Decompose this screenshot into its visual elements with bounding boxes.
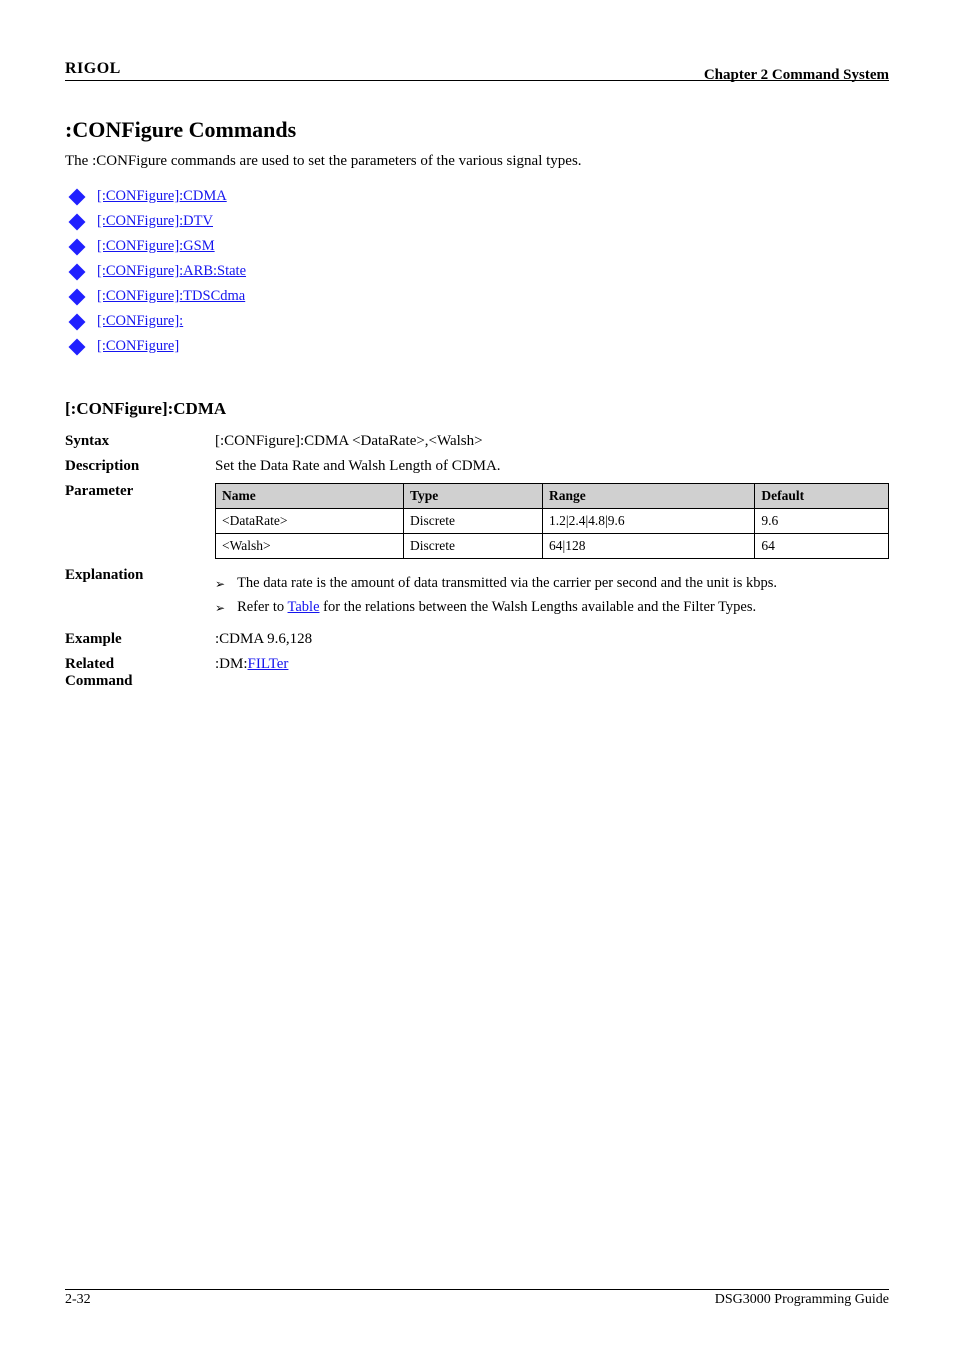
table-cell: 9.6 bbox=[755, 509, 889, 534]
explanation-item: ➢ Refer to Table for the relations betwee… bbox=[215, 599, 889, 617]
explanation-text: The data rate is the amount of data tran… bbox=[237, 575, 889, 592]
command-link[interactable]: [:CONFigure]:CDMA bbox=[97, 188, 227, 205]
chapter-label: Chapter 2 Command System bbox=[704, 67, 889, 84]
bullet-icon bbox=[69, 338, 86, 355]
table-cell: 64|128 bbox=[543, 534, 755, 559]
bullet-icon bbox=[69, 238, 86, 255]
table-header: Name bbox=[216, 484, 404, 509]
bullet-arrow-icon: ➢ bbox=[215, 575, 225, 593]
table-header: Default bbox=[755, 484, 889, 509]
bullet-icon bbox=[69, 213, 86, 230]
command-link-row: [:CONFigure] bbox=[71, 338, 889, 355]
command-link-row: [:CONFigure]:GSM bbox=[71, 238, 889, 255]
table-row: <DataRate>Discrete1.2|2.4|4.8|9.69.6 bbox=[216, 509, 889, 534]
table-cell: Discrete bbox=[404, 534, 543, 559]
bullet-icon bbox=[69, 188, 86, 205]
inline-link[interactable]: Table bbox=[288, 599, 320, 615]
brand: RIGOL bbox=[65, 60, 121, 77]
command-link-row: [:CONFigure]:TDSCdma bbox=[71, 288, 889, 305]
command-link[interactable]: [:CONFigure]:GSM bbox=[97, 238, 215, 255]
command-link[interactable]: [:CONFigure]:DTV bbox=[97, 213, 213, 230]
command-link-row: [:CONFigure]:CDMA bbox=[71, 188, 889, 205]
explanation-label: Explanation bbox=[65, 567, 215, 623]
parameter-table: NameTypeRangeDefault <DataRate>Discrete1… bbox=[215, 483, 889, 559]
command-link[interactable]: [:CONFigure]:ARB:State bbox=[97, 263, 246, 280]
command-link-row: [:CONFigure]: bbox=[71, 313, 889, 330]
command-link[interactable]: [:CONFigure]:TDSCdma bbox=[97, 288, 245, 305]
footer-page-number: 2-32 bbox=[65, 1292, 91, 1308]
bullet-arrow-icon: ➢ bbox=[215, 599, 225, 617]
table-cell: Discrete bbox=[404, 509, 543, 534]
command-link[interactable]: [:CONFigure]: bbox=[97, 313, 183, 330]
table-cell: <Walsh> bbox=[216, 534, 404, 559]
syntax-label: Syntax bbox=[65, 433, 215, 450]
explanation-item: ➢ The data rate is the amount of data tra… bbox=[215, 575, 889, 593]
bullet-icon bbox=[69, 263, 86, 280]
table-header: Range bbox=[543, 484, 755, 509]
footer-doc-title: DSG3000 Programming Guide bbox=[715, 1292, 889, 1308]
table-row: <Walsh>Discrete64|12864 bbox=[216, 534, 889, 559]
intro-text: The :CONFigure commands are used to set … bbox=[65, 153, 889, 170]
table-cell: 64 bbox=[755, 534, 889, 559]
parameter-label: Parameter bbox=[65, 483, 215, 559]
table-cell: 1.2|2.4|4.8|9.6 bbox=[543, 509, 755, 534]
command-link-row: [:CONFigure]:DTV bbox=[71, 213, 889, 230]
bullet-icon bbox=[69, 313, 86, 330]
section-title: [:CONFigure]:CDMA bbox=[65, 399, 889, 419]
related-link[interactable]: FILTer bbox=[248, 656, 289, 672]
table-cell: <DataRate> bbox=[216, 509, 404, 534]
table-header: Type bbox=[404, 484, 543, 509]
related-prefix: :DM: bbox=[215, 656, 248, 672]
syntax-value: [:CONFigure]:CDMA <DataRate>,<Walsh> bbox=[215, 433, 483, 450]
example-label: Example bbox=[65, 631, 215, 648]
description-label: Description bbox=[65, 458, 215, 475]
command-link-list: [:CONFigure]:CDMA [:CONFigure]:DTV [:CONFi… bbox=[71, 188, 889, 355]
command-link-row: [:CONFigure]:ARB:State bbox=[71, 263, 889, 280]
page-title: :CONFigure Commands bbox=[65, 117, 889, 143]
explanation-text: Refer to Table for the relations between… bbox=[237, 599, 889, 616]
command-link[interactable]: [:CONFigure] bbox=[97, 338, 179, 355]
description-text: Set the Data Rate and Walsh Length of CD… bbox=[215, 458, 501, 475]
example-value: :CDMA 9.6,128 bbox=[215, 631, 312, 648]
bullet-icon bbox=[69, 288, 86, 305]
related-label: Related Command bbox=[65, 656, 215, 690]
